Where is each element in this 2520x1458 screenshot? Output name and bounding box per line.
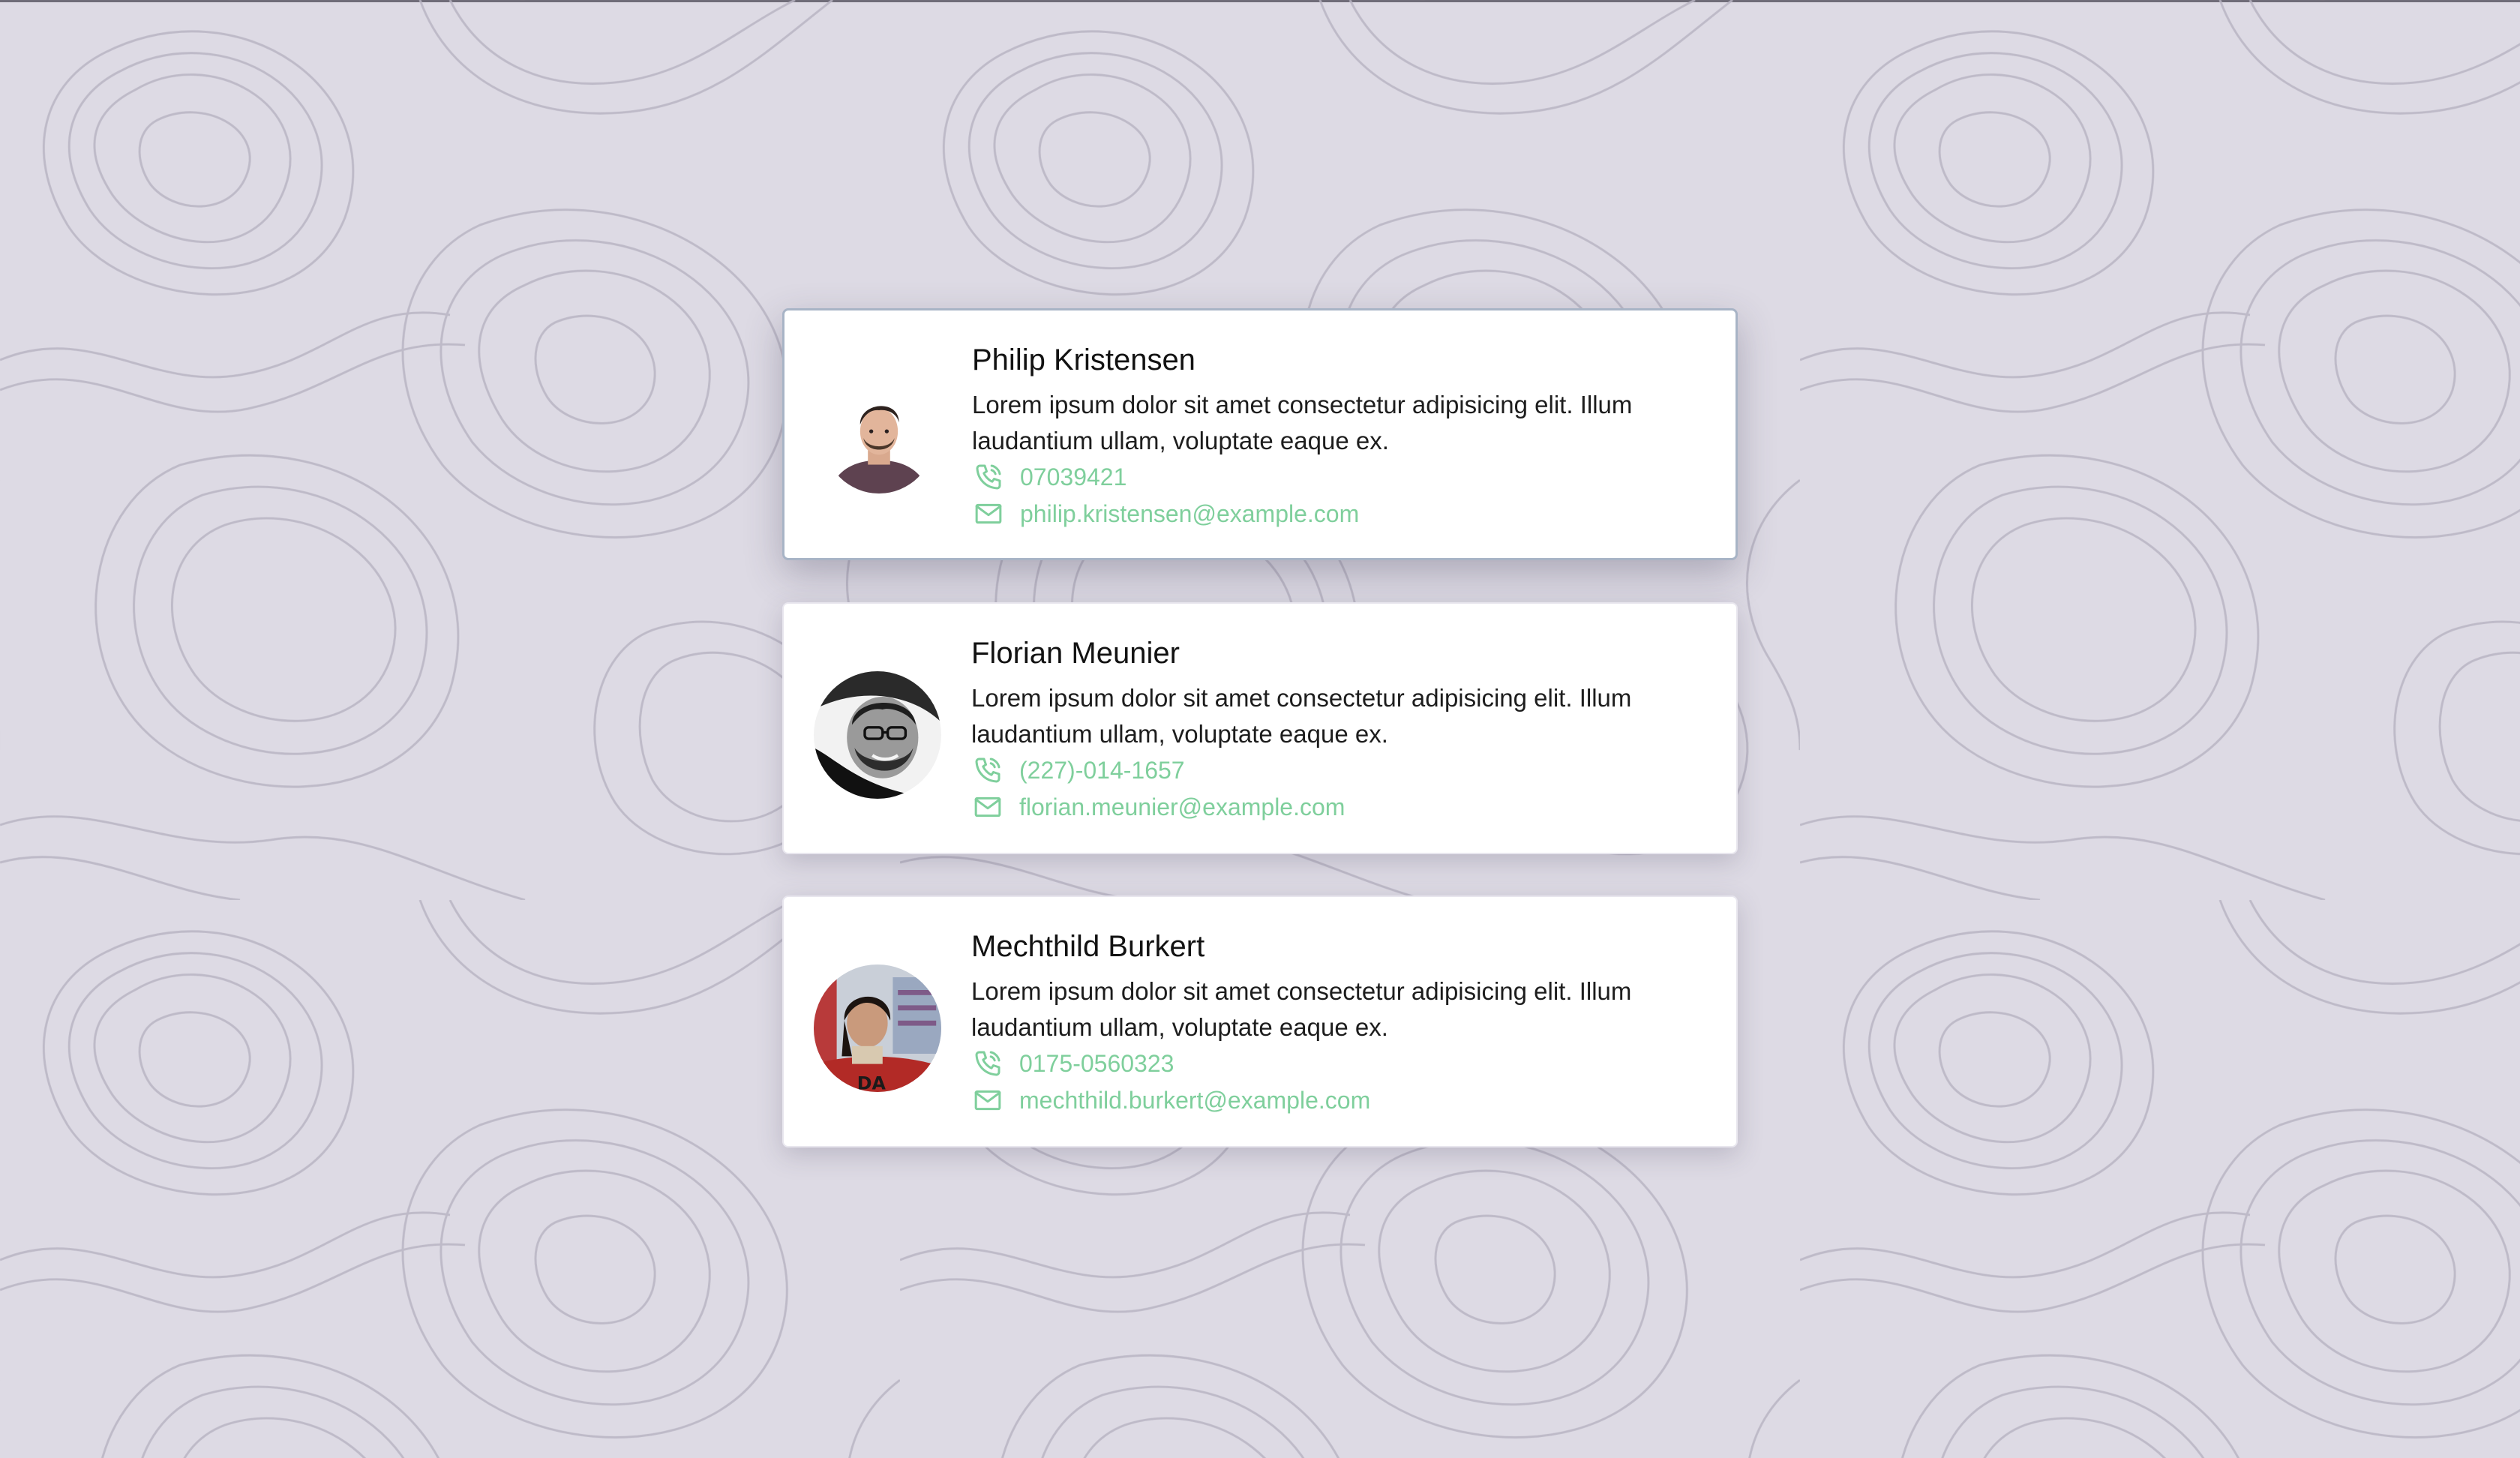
contact-card[interactable]: Florian Meunier Lorem ipsum dolor sit am… [782,602,1738,854]
phone-row[interactable]: 0175-0560323 [971,1047,1174,1080]
phone-number[interactable]: (227)-014-1657 [1019,757,1185,784]
email-address[interactable]: florian.meunier@example.com [1019,794,1345,821]
contact-card[interactable]: DA Mechthild Burkert Lorem ipsum dolor s… [782,896,1738,1148]
email-row[interactable]: mechthild.burkert@example.com [971,1084,1370,1117]
contact-name: Florian Meunier [971,637,1180,670]
contact-description: Lorem ipsum dolor sit amet consectetur a… [971,977,1632,1041]
mail-icon [971,790,1004,824]
svg-text:DA: DA [857,1073,886,1092]
phone-row[interactable]: (227)-014-1657 [971,754,1185,787]
email-address[interactable]: philip.kristensen@example.com [1020,500,1359,528]
avatar [814,671,941,799]
email-address[interactable]: mechthild.burkert@example.com [1019,1087,1370,1114]
contact-name: Philip Kristensen [972,344,1196,376]
email-row[interactable]: florian.meunier@example.com [971,790,1345,824]
email-row[interactable]: philip.kristensen@example.com [972,497,1359,530]
avatar [824,382,934,494]
mail-icon [972,497,1005,530]
contact-description: Lorem ipsum dolor sit amet consectetur a… [972,391,1633,454]
phone-number[interactable]: 07039421 [1020,464,1126,491]
contact-description: Lorem ipsum dolor sit amet consectetur a… [971,684,1632,748]
phone-icon [972,460,1005,494]
contact-name: Mechthild Burkert [971,930,1205,963]
phone-number[interactable]: 0175-0560323 [1019,1050,1174,1078]
phone-row[interactable]: 07039421 [972,460,1126,494]
phone-icon [971,754,1004,787]
contact-card[interactable]: Philip Kristensen Lorem ipsum dolor sit … [782,308,1738,560]
avatar: DA [814,964,941,1092]
phone-icon [971,1047,1004,1080]
mail-icon [971,1084,1004,1117]
